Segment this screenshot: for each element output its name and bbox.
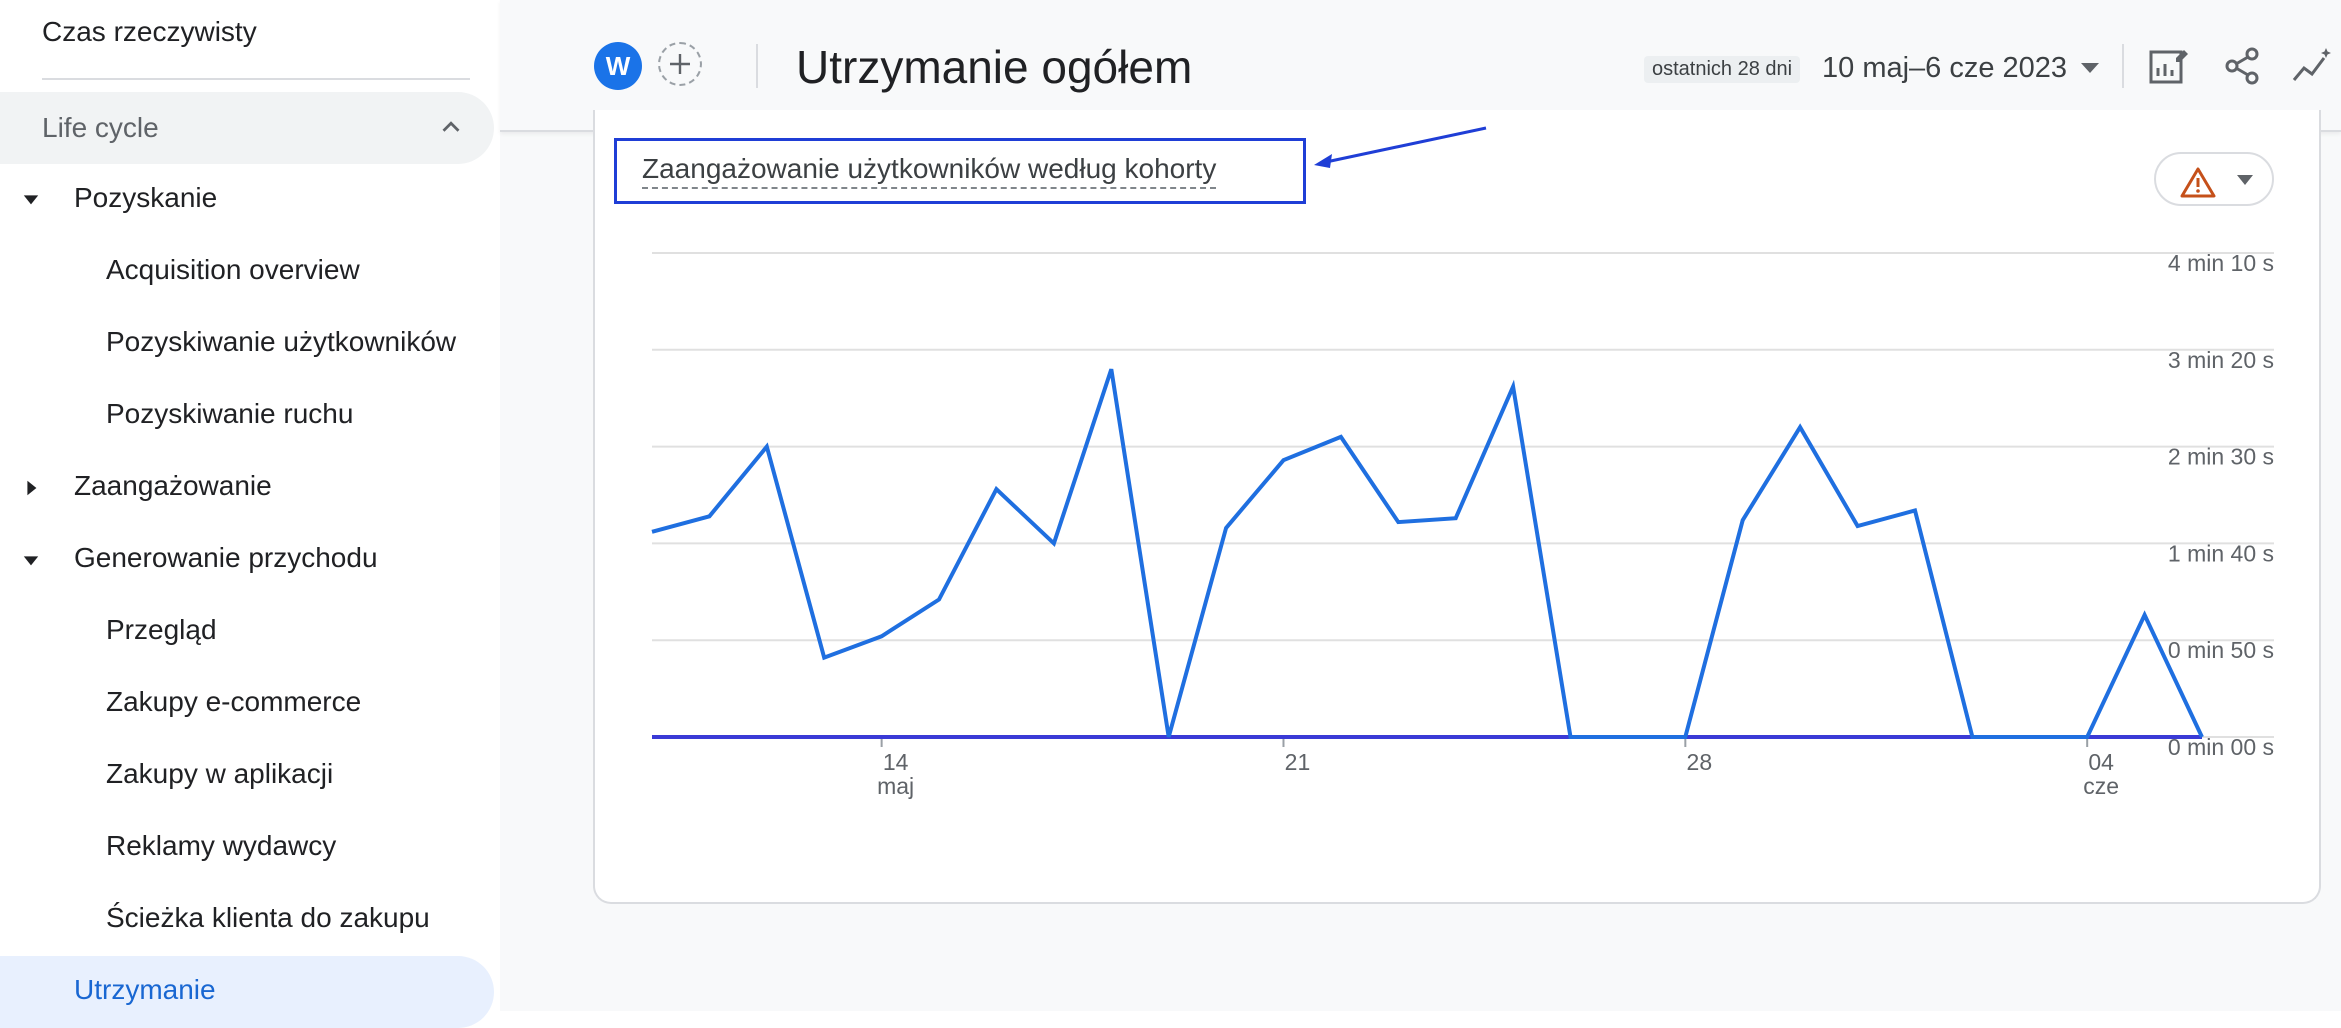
chart-grid [652,252,2274,738]
x-tick-month-label: cze [2083,773,2119,799]
x-tick-label: 04 [2088,749,2114,775]
annotation-arrow-head [1314,154,1332,168]
annotation-arrow-line [1325,126,1487,164]
annotation-arrow [1314,126,1487,168]
chart-x-ticks: 14maj 21 28 04cze [877,737,2119,799]
chart-y-ticks: 4 min 10 s 3 min 20 s 2 min 30 s 1 min 40 s… [2168,250,2274,760]
y-tick-label: 2 min 30 s [2168,444,2274,470]
y-tick-label: 0 min 50 s [2168,637,2274,663]
y-tick-label: 4 min 10 s [2168,250,2274,276]
line-chart: 4 min 10 s 3 min 20 s 2 min 30 s 1 min 40 s… [651,126,2274,799]
x-tick-label: 21 [1285,749,1311,775]
x-tick-label: 14 [883,749,909,775]
y-tick-label: 1 min 40 s [2168,540,2274,566]
x-tick-label: 28 [1687,749,1713,775]
chart-series [651,368,2204,739]
series-line-0 [651,368,2204,739]
x-tick-month-label: maj [877,773,914,799]
y-tick-label: 3 min 20 s [2168,347,2274,373]
